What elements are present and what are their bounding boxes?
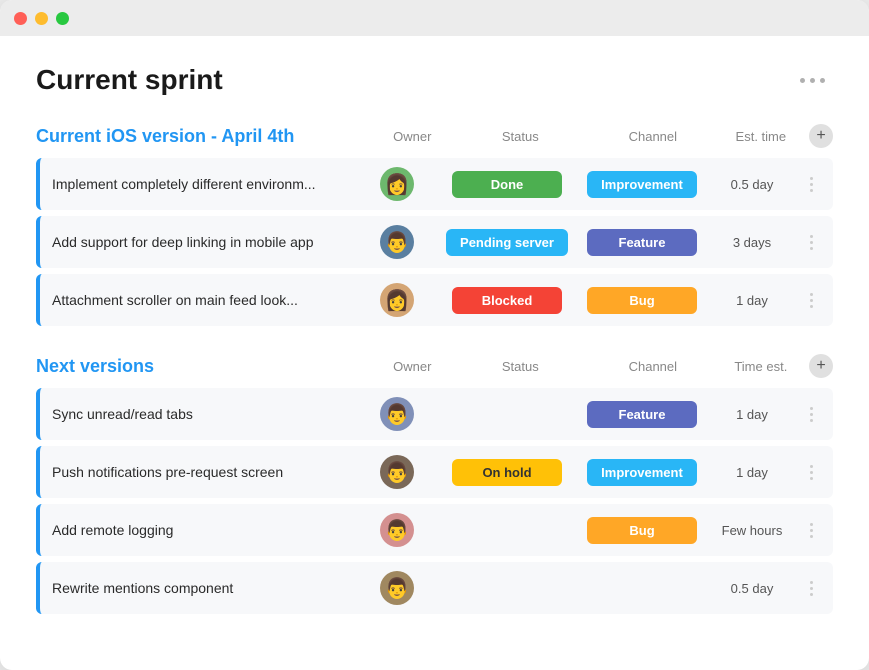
dot3: [820, 78, 825, 83]
app-window: Current sprint Current iOS version - Apr…: [0, 0, 869, 670]
table-row[interactable]: Sync unread/read tabs 👨 Feature 1 day: [36, 388, 833, 440]
row-menu-button[interactable]: [802, 573, 820, 603]
dot1: [800, 78, 805, 83]
table-row[interactable]: Add remote logging 👨 Bug Few hours: [36, 504, 833, 556]
next-task-list: Sync unread/read tabs👨Feature1 dayPush n…: [36, 388, 833, 614]
section-next-header: Next versions Owner Status Channel Time …: [36, 354, 833, 378]
minimize-button[interactable]: [35, 12, 48, 25]
status-badge[interactable]: Pending server: [446, 229, 568, 256]
task-name: Push notifications pre-request screen: [52, 464, 357, 480]
time-estimate: 0.5 day: [707, 581, 797, 596]
time-estimate: 1 day: [707, 293, 797, 308]
task-name: Add remote logging: [52, 522, 357, 538]
task-cells: 👩 Done Improvement 0.5 day: [357, 167, 825, 201]
col-owner-label: Owner: [373, 129, 452, 144]
status-badge[interactable]: On hold: [452, 459, 562, 486]
task-cells: 👨 0.5 day: [357, 571, 825, 605]
task-cells: 👨 Feature 1 day: [357, 397, 825, 431]
task-name: Sync unread/read tabs: [52, 406, 357, 422]
channel-badge[interactable]: Feature: [587, 401, 697, 428]
section-next: Next versions Owner Status Channel Time …: [36, 354, 833, 614]
task-name: Attachment scroller on main feed look...: [52, 292, 357, 308]
avatar: 👨: [380, 455, 414, 489]
row-menu-button[interactable]: [802, 457, 820, 487]
time-estimate: 1 day: [707, 407, 797, 422]
page-title: Current sprint: [36, 64, 223, 96]
section-ios: Current iOS version - April 4th Owner St…: [36, 124, 833, 326]
add-task-ios-button[interactable]: +: [809, 124, 833, 148]
col-headers-ios: Owner Status Channel Est. time +: [373, 124, 833, 148]
row-menu-button[interactable]: [802, 399, 820, 429]
row-menu-button[interactable]: [802, 285, 820, 315]
col-time-label: Est. time: [717, 129, 805, 144]
page-header: Current sprint: [36, 64, 833, 96]
channel-badge[interactable]: Improvement: [587, 171, 697, 198]
channel-badge[interactable]: Bug: [587, 517, 697, 544]
avatar: 👨: [380, 225, 414, 259]
col-status-label: Status: [452, 129, 589, 144]
more-options-button[interactable]: [792, 74, 833, 87]
task-cells: 👨 On hold Improvement 1 day: [357, 455, 825, 489]
avatar: 👩: [380, 283, 414, 317]
channel-badge[interactable]: Feature: [587, 229, 697, 256]
row-menu-button[interactable]: [802, 169, 820, 199]
add-task-next-button[interactable]: +: [809, 354, 833, 378]
channel-badge[interactable]: Bug: [587, 287, 697, 314]
row-menu-button[interactable]: [802, 227, 820, 257]
table-row[interactable]: Implement completely different environm.…: [36, 158, 833, 210]
col-owner-label2: Owner: [373, 359, 452, 374]
task-name: Implement completely different environm.…: [52, 176, 357, 192]
dot2: [810, 78, 815, 83]
section-ios-header: Current iOS version - April 4th Owner St…: [36, 124, 833, 148]
table-row[interactable]: Add support for deep linking in mobile a…: [36, 216, 833, 268]
status-badge[interactable]: Done: [452, 171, 562, 198]
avatar: 👨: [380, 571, 414, 605]
section-next-title: Next versions: [36, 356, 373, 377]
col-channel-label: Channel: [589, 129, 717, 144]
close-button[interactable]: [14, 12, 27, 25]
avatar: 👩: [380, 167, 414, 201]
col-time-label2: Time est.: [717, 359, 805, 374]
task-name: Rewrite mentions component: [52, 580, 357, 596]
time-estimate: 3 days: [707, 235, 797, 250]
avatar: 👨: [380, 513, 414, 547]
page-content: Current sprint Current iOS version - Apr…: [0, 36, 869, 670]
row-menu-button[interactable]: [802, 515, 820, 545]
table-row[interactable]: Push notifications pre-request screen 👨 On…: [36, 446, 833, 498]
channel-badge[interactable]: Improvement: [587, 459, 697, 486]
maximize-button[interactable]: [56, 12, 69, 25]
table-row[interactable]: Rewrite mentions component 👨 0.5 day: [36, 562, 833, 614]
task-cells: 👨 Pending server Feature 3 days: [357, 225, 825, 259]
task-name: Add support for deep linking in mobile a…: [52, 234, 357, 250]
task-cells: 👨 Bug Few hours: [357, 513, 825, 547]
status-badge[interactable]: Blocked: [452, 287, 562, 314]
section-ios-title: Current iOS version - April 4th: [36, 126, 373, 147]
table-row[interactable]: Attachment scroller on main feed look...…: [36, 274, 833, 326]
titlebar: [0, 0, 869, 36]
col-headers-next: Owner Status Channel Time est. +: [373, 354, 833, 378]
time-estimate: 0.5 day: [707, 177, 797, 192]
col-channel-label2: Channel: [589, 359, 717, 374]
ios-task-list: Implement completely different environm.…: [36, 158, 833, 326]
avatar: 👨: [380, 397, 414, 431]
time-estimate: Few hours: [707, 523, 797, 538]
task-cells: 👩 Blocked Bug 1 day: [357, 283, 825, 317]
col-status-label2: Status: [452, 359, 589, 374]
time-estimate: 1 day: [707, 465, 797, 480]
